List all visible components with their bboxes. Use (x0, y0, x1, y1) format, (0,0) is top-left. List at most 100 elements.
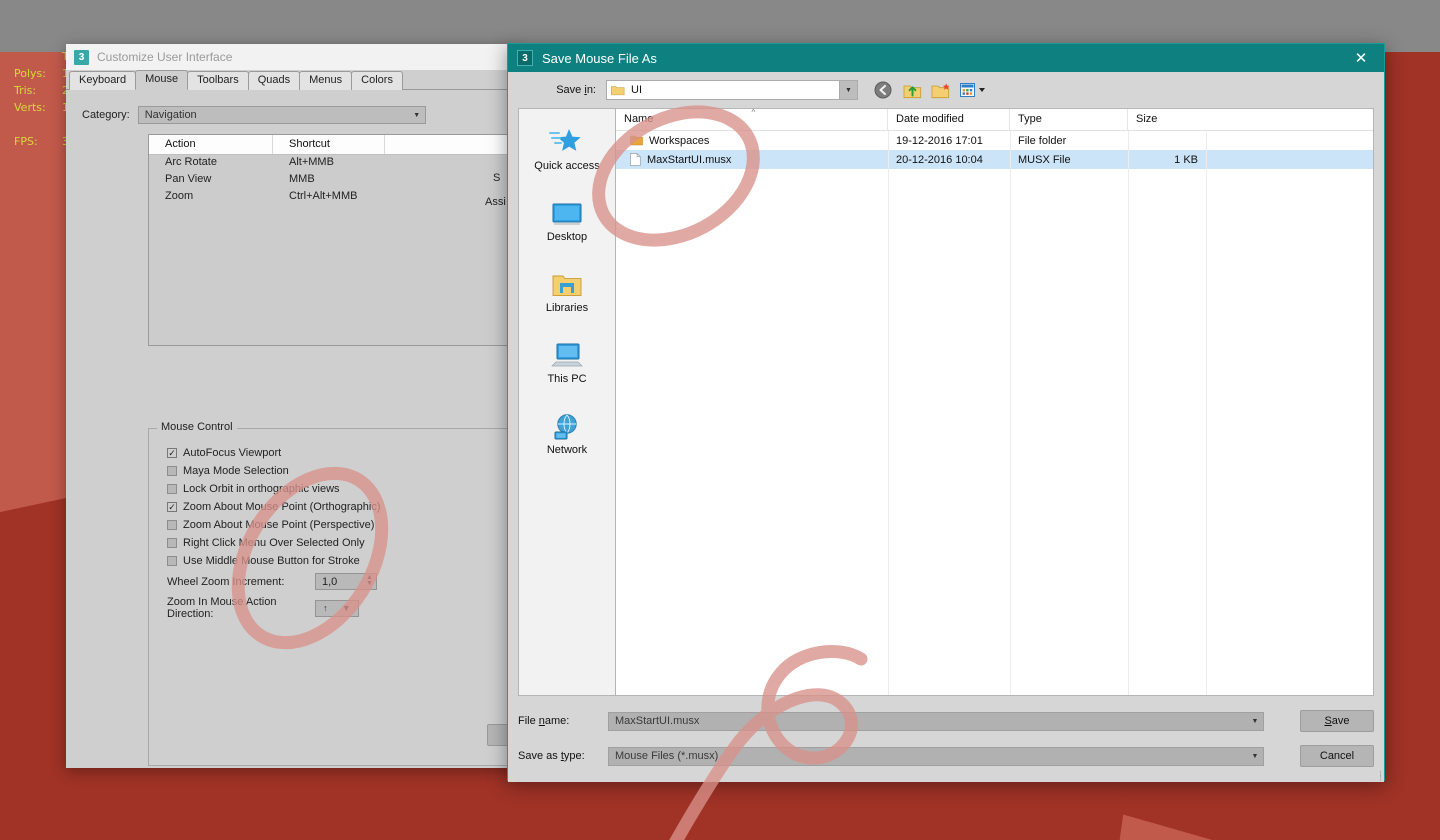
max-app-icon: 3 (517, 50, 533, 66)
tab-keyboard[interactable]: Keyboard (69, 71, 137, 90)
action-shortcut: MMB (289, 173, 315, 185)
checkbox-icon: ✓ (167, 447, 177, 458)
column-header-name[interactable]: ^ Name (616, 109, 888, 130)
column-header-blank[interactable] (385, 135, 511, 154)
chevron-down-icon[interactable]: ▼ (1247, 713, 1263, 730)
checkbox-label: Right Click Menu Over Selected Only (183, 537, 365, 549)
mouse-control-group: Mouse Control ✓ AutoFocus Viewport Maya … (148, 421, 512, 766)
action-name: Zoom (165, 190, 194, 202)
tab-toolbars[interactable]: Toolbars (187, 71, 249, 90)
save-button[interactable]: Save (1300, 710, 1374, 732)
list-item[interactable]: Pan View MMB (149, 172, 511, 189)
file-list-row[interactable]: Workspaces 19-12-2016 17:01 File folder (616, 131, 1373, 150)
save-dialog-footer: File name: MaxStartUI.musx ▼ Save Save a… (508, 696, 1384, 767)
file-icon (630, 153, 641, 166)
sort-ascending-icon: ^ (751, 108, 756, 117)
checkbox-autofocus-viewport[interactable]: ✓ AutoFocus Viewport (167, 447, 511, 459)
checkbox-label: Use Middle Mouse Button for Stroke (183, 555, 360, 567)
category-value: Navigation (144, 109, 197, 121)
checkbox-icon (167, 520, 177, 530)
file-list-row[interactable]: MaxStartUI.musx 20-12-2016 10:04 MUSX Fi… (616, 150, 1373, 169)
checkbox-icon (167, 466, 177, 476)
zoom-in-direction-dropdown[interactable]: ↑ ▼ (315, 599, 359, 617)
quick-access-star-icon (519, 123, 615, 157)
folder-icon (611, 85, 625, 95)
file-dialog-toolbar[interactable] (872, 79, 991, 101)
file-date-cell: 19-12-2016 17:01 (896, 134, 983, 147)
sidebar-item-desktop[interactable]: Desktop (519, 194, 615, 243)
checkbox-label: Maya Mode Selection (183, 465, 289, 477)
places-sidebar[interactable]: Quick access Desktop Libraries This PC N… (518, 108, 616, 696)
tab-menus[interactable]: Menus (299, 71, 353, 90)
cui-titlebar[interactable]: 3 Customize User Interface (66, 44, 516, 70)
views-menu-icon[interactable] (959, 79, 991, 101)
sidebar-item-network[interactable]: Network (519, 407, 615, 456)
category-combobox[interactable]: Navigation ▼ (137, 106, 426, 124)
customize-user-interface-dialog[interactable]: 3 Customize User Interface Keyboard Mous… (66, 44, 516, 768)
tab-quads[interactable]: Quads (247, 71, 301, 90)
tab-colors[interactable]: Colors (351, 71, 403, 90)
save-dialog-title: Save Mouse File As (542, 50, 657, 66)
mouse-control-checkbox-list: ✓ AutoFocus Viewport Maya Mode Selection… (149, 429, 511, 620)
list-item[interactable]: Arc Rotate Alt+MMB (149, 155, 511, 172)
column-header-shortcut[interactable]: Shortcut (273, 135, 385, 154)
sidebar-item-libraries[interactable]: Libraries (519, 265, 615, 314)
cancel-button[interactable]: Cancel (1300, 745, 1374, 767)
checkbox-use-middle-mouse-button-for-stroke[interactable]: Use Middle Mouse Button for Stroke (167, 555, 511, 567)
save-mouse-file-as-dialog[interactable]: 3 Save Mouse File As ✕ Save in: UI ▼ Qui… (507, 43, 1385, 783)
file-type-cell: MUSX File (1018, 153, 1071, 166)
sidebar-item-label: Quick access (534, 160, 600, 172)
cui-body: Category: Navigation ▼ Action Shortcut A… (66, 90, 516, 768)
save-in-combobox[interactable]: UI ▼ (606, 80, 858, 100)
checkbox-lock-orbit-orthographic[interactable]: Lock Orbit in orthographic views (167, 483, 511, 495)
file-list[interactable]: ^ Name Date modified Type Size Workspace… (616, 108, 1374, 696)
this-pc-computer-icon (519, 336, 615, 370)
chevron-down-icon[interactable]: ▼ (839, 81, 857, 99)
chevron-down-icon: ▼ (413, 111, 421, 119)
cui-tabstrip[interactable]: Keyboard Mouse Toolbars Quads Menus Colo… (66, 70, 516, 90)
close-icon[interactable]: ✕ (1338, 44, 1384, 72)
file-name-text: MaxStartUI.musx (647, 153, 732, 166)
checkbox-zoom-about-mouse-point-perspective[interactable]: Zoom About Mouse Point (Perspective) (167, 519, 511, 531)
checkbox-zoom-about-mouse-point-orthographic[interactable]: ✓ Zoom About Mouse Point (Orthographic) (167, 501, 511, 513)
max-app-icon: 3 (74, 49, 89, 65)
checkbox-maya-mode-selection[interactable]: Maya Mode Selection (167, 465, 511, 477)
chevron-down-icon[interactable]: ▼ (1247, 748, 1263, 765)
save-dialog-titlebar[interactable]: 3 Save Mouse File As ✕ (508, 44, 1384, 72)
tab-mouse[interactable]: Mouse (135, 70, 189, 90)
column-header-action[interactable]: Action (149, 135, 273, 154)
cui-title: Customize User Interface (97, 50, 233, 64)
file-name-cell: MaxStartUI.musx (616, 153, 888, 166)
wheel-zoom-increment-row: Wheel Zoom Increment: 1,0 ▲ ▼ (167, 573, 511, 590)
up-one-level-icon[interactable] (901, 79, 923, 101)
shortcut-listbox[interactable]: Action Shortcut Arc Rotate Alt+MMB Pan V… (148, 134, 512, 346)
network-globe-icon (519, 407, 615, 441)
action-shortcut: Alt+MMB (289, 156, 334, 168)
new-folder-icon[interactable] (930, 79, 952, 101)
obscured-label-top: S (493, 172, 501, 184)
list-item[interactable]: Zoom Ctrl+Alt+MMB (149, 189, 511, 206)
file-name-label: File name: (518, 715, 570, 727)
category-row: Category: Navigation ▼ (66, 100, 516, 124)
obscured-label-assign: Assi (485, 196, 506, 208)
checkbox-icon (167, 556, 177, 566)
spinner-arrows-icon[interactable]: ▲ ▼ (365, 574, 374, 587)
column-header-size[interactable]: Size (1128, 109, 1206, 130)
column-header-date-modified[interactable]: Date modified (888, 109, 1010, 130)
save-as-type-label: Save as type: (518, 750, 585, 762)
column-header-type[interactable]: Type (1010, 109, 1128, 130)
checkbox-right-click-menu-over-selected-only[interactable]: Right Click Menu Over Selected Only (167, 537, 511, 549)
save-as-type-select[interactable]: Mouse Files (*.musx) ▼ (608, 746, 1264, 766)
file-size-cell: 1 KB (1174, 153, 1198, 166)
wheel-zoom-increment-stepper[interactable]: 1,0 ▲ ▼ (315, 573, 377, 590)
mouse-control-legend: Mouse Control (157, 421, 237, 433)
resize-grip-icon[interactable]: ⁝ ⁝ (1379, 770, 1382, 783)
sidebar-item-quick-access[interactable]: Quick access (519, 123, 615, 172)
sidebar-item-this-pc[interactable]: This PC (519, 336, 615, 385)
back-icon[interactable] (872, 79, 894, 101)
file-name-input[interactable]: MaxStartUI.musx ▼ (608, 711, 1264, 731)
wheel-zoom-increment-value: 1,0 (322, 575, 338, 588)
chevron-down-icon: ▼ (341, 603, 351, 613)
sidebar-item-label: Libraries (545, 302, 589, 314)
wheel-zoom-increment-label: Wheel Zoom Increment: (167, 575, 285, 588)
